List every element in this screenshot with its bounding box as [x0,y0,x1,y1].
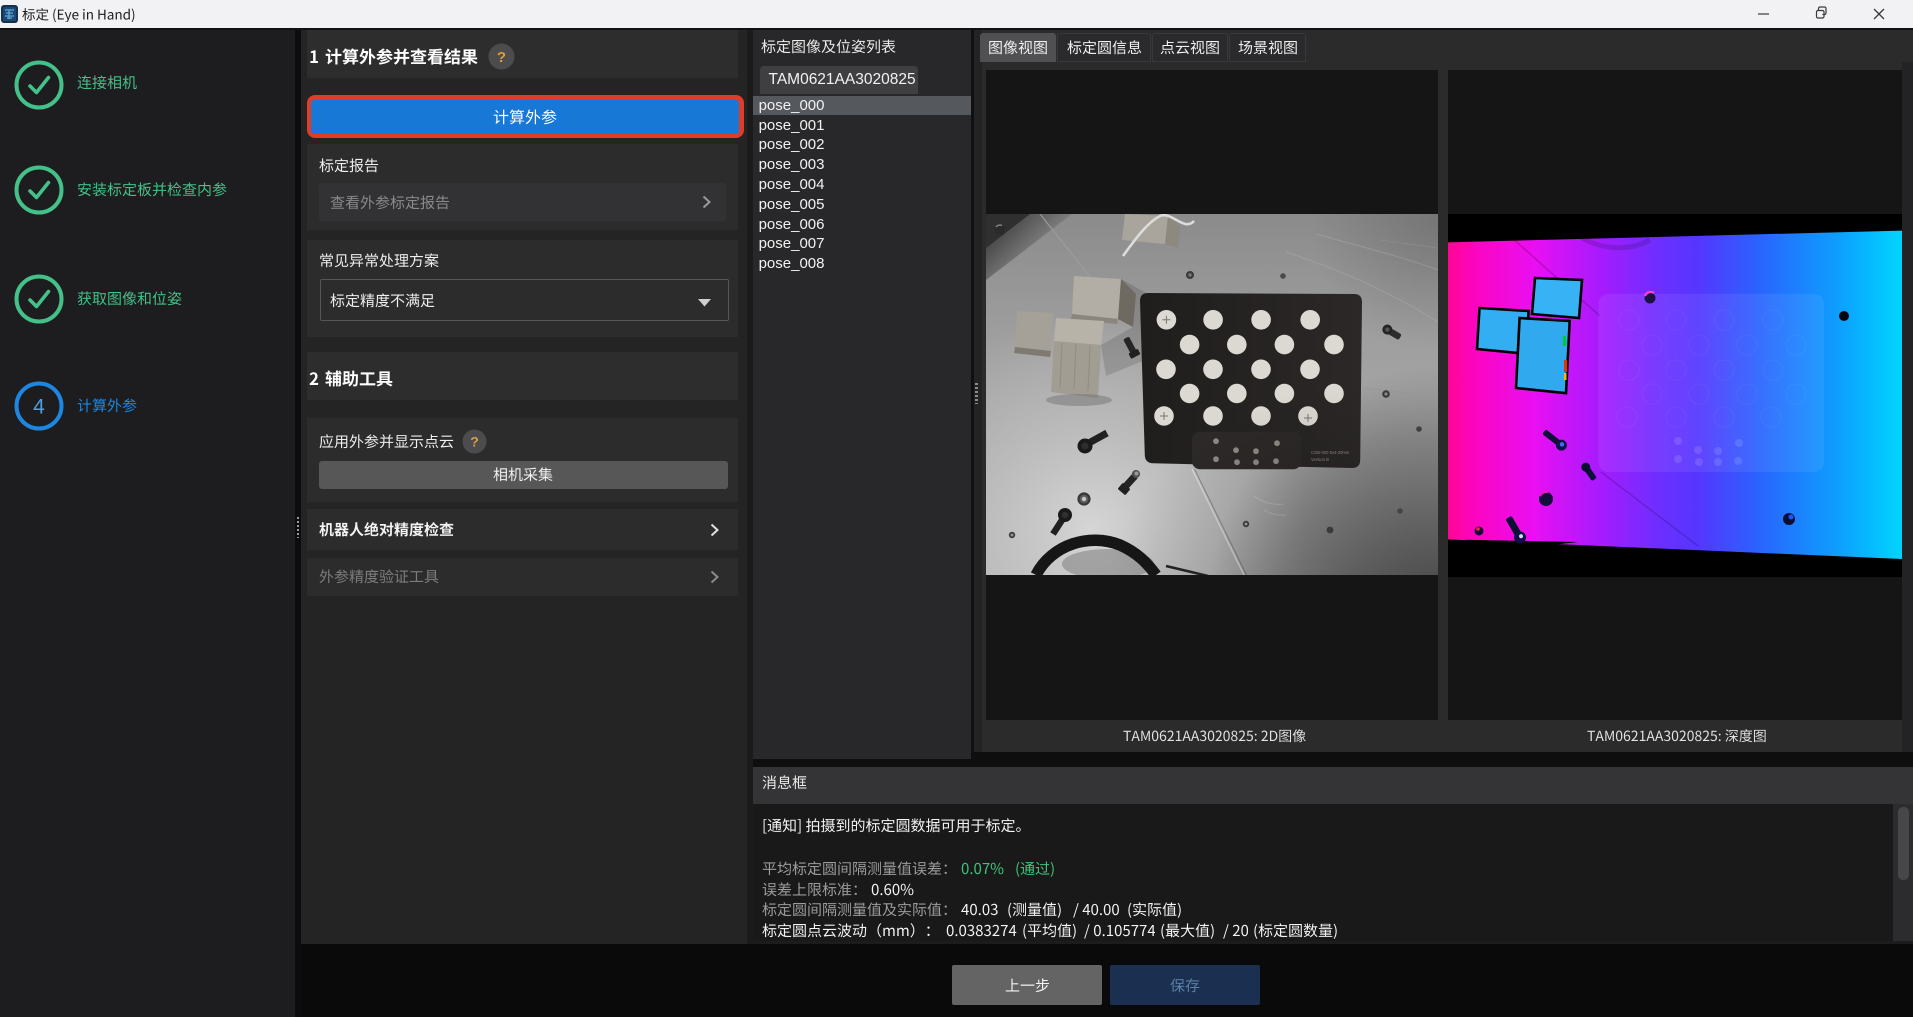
svg-text:?: ? [497,49,506,66]
svg-text:?: ? [470,434,479,450]
svg-text:4: 4 [33,396,45,419]
